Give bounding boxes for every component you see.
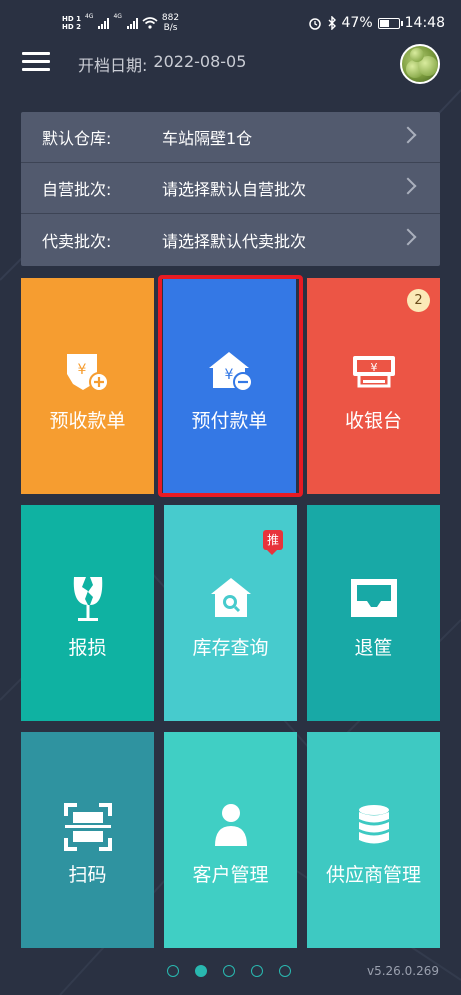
date-label: 开档日期: xyxy=(78,56,148,75)
signal-1-icon xyxy=(98,17,110,29)
alarm-icon xyxy=(308,18,321,30)
recommend-tag: 推 xyxy=(263,530,283,555)
tile-advance-receipt[interactable]: ¥ 预收款单 xyxy=(21,278,154,494)
status-bar: HD 1 HD 2 4G 4G 882 B/s 47% 14:48 xyxy=(0,0,461,42)
chevron-right-icon xyxy=(399,228,417,246)
scan-icon xyxy=(63,803,112,851)
archive-date: 开档日期: 2022-08-05 xyxy=(78,52,246,76)
page-dot[interactable] xyxy=(251,965,263,977)
network-2-label: 4G xyxy=(113,13,122,20)
status-right: 47% 14:48 xyxy=(308,15,445,31)
page-indicator xyxy=(167,965,291,977)
tray-icon xyxy=(350,579,397,617)
avatar[interactable] xyxy=(400,44,440,84)
broken-glass-icon xyxy=(73,577,102,621)
tile-return-basket[interactable]: 退筐 xyxy=(307,505,440,721)
tile-label: 扫码 xyxy=(68,864,107,886)
network-1-label: 4G xyxy=(84,13,94,20)
settings-label: 自营批次: xyxy=(42,180,112,199)
tile-scan[interactable]: 扫码 xyxy=(21,732,154,948)
page-dot-active[interactable] xyxy=(195,965,207,977)
person-icon xyxy=(214,804,247,846)
clock: 14:48 xyxy=(404,15,445,31)
date-value: 2022-08-05 xyxy=(153,52,247,71)
app-header: 开档日期: 2022-08-05 xyxy=(0,42,461,90)
settings-row-warehouse[interactable]: 默认仓库: 车站隔壁1仓 xyxy=(21,112,440,163)
app-version: v5.26.0.269 xyxy=(367,964,439,978)
default-settings-card: 默认仓库: 车站隔壁1仓 自营批次: 请选择默认自营批次 代卖批次: 请选择默认… xyxy=(21,112,440,266)
hd2-label: HD 2 xyxy=(62,23,81,31)
settings-label: 代卖批次: xyxy=(42,231,112,251)
hd-indicator: HD 1 HD 2 xyxy=(62,15,81,31)
status-left: HD 1 HD 2 4G 4G 882 B/s xyxy=(62,13,179,33)
settings-value: 请选择默认自营批次 xyxy=(162,180,307,199)
tile-loss-report[interactable]: 报损 xyxy=(21,505,154,721)
selection-highlight xyxy=(158,275,303,497)
notification-badge: 2 xyxy=(407,289,430,312)
tile-label: 报损 xyxy=(68,637,107,659)
svg-text:¥: ¥ xyxy=(370,361,377,374)
tile-label: 收银台 xyxy=(344,410,402,432)
tile-inventory-query[interactable]: 推 库存查询 xyxy=(164,505,297,721)
page-dot[interactable] xyxy=(167,965,179,977)
bluetooth-icon xyxy=(328,16,336,30)
svg-text:¥: ¥ xyxy=(77,362,86,378)
settings-label: 默认仓库: xyxy=(42,129,112,148)
speed-unit: B/s xyxy=(163,23,178,33)
database-icon xyxy=(358,805,389,844)
tile-customer-management[interactable]: 客户管理 xyxy=(164,732,297,948)
network-speed: 882 B/s xyxy=(162,13,179,33)
battery-percent: 47% xyxy=(341,15,373,31)
chevron-right-icon xyxy=(399,177,417,195)
settings-row-consign-batch[interactable]: 代卖批次: 请选择默认代卖批次 xyxy=(21,214,440,265)
chevron-right-icon xyxy=(399,126,417,144)
tile-label: 供应商管理 xyxy=(325,864,421,886)
tile-label: 预收款单 xyxy=(49,410,126,432)
warehouse-search-icon xyxy=(210,578,251,617)
receipt-add-icon: ¥ xyxy=(66,354,109,392)
tile-cashier[interactable]: 2 ¥ 收银台 xyxy=(307,278,440,494)
tile-supplier-management[interactable]: 供应商管理 xyxy=(307,732,440,948)
battery-icon xyxy=(377,17,403,29)
settings-row-self-batch[interactable]: 自营批次: 请选择默认自营批次 xyxy=(21,163,440,214)
speed-value: 882 xyxy=(161,13,180,23)
signal-2-icon xyxy=(126,17,138,29)
tile-label: 客户管理 xyxy=(192,864,269,886)
menu-icon[interactable] xyxy=(22,52,50,74)
tile-label: 库存查询 xyxy=(192,637,269,659)
page-dot[interactable] xyxy=(279,965,291,977)
cashier-icon: ¥ xyxy=(352,356,395,388)
wifi-icon xyxy=(142,17,158,29)
settings-value: 车站隔壁1仓 xyxy=(162,129,253,148)
page-dot[interactable] xyxy=(223,965,235,977)
settings-value: 请选择默认代卖批次 xyxy=(162,231,307,251)
hd1-label: HD 1 xyxy=(62,15,81,23)
tile-label: 退筐 xyxy=(354,637,393,659)
